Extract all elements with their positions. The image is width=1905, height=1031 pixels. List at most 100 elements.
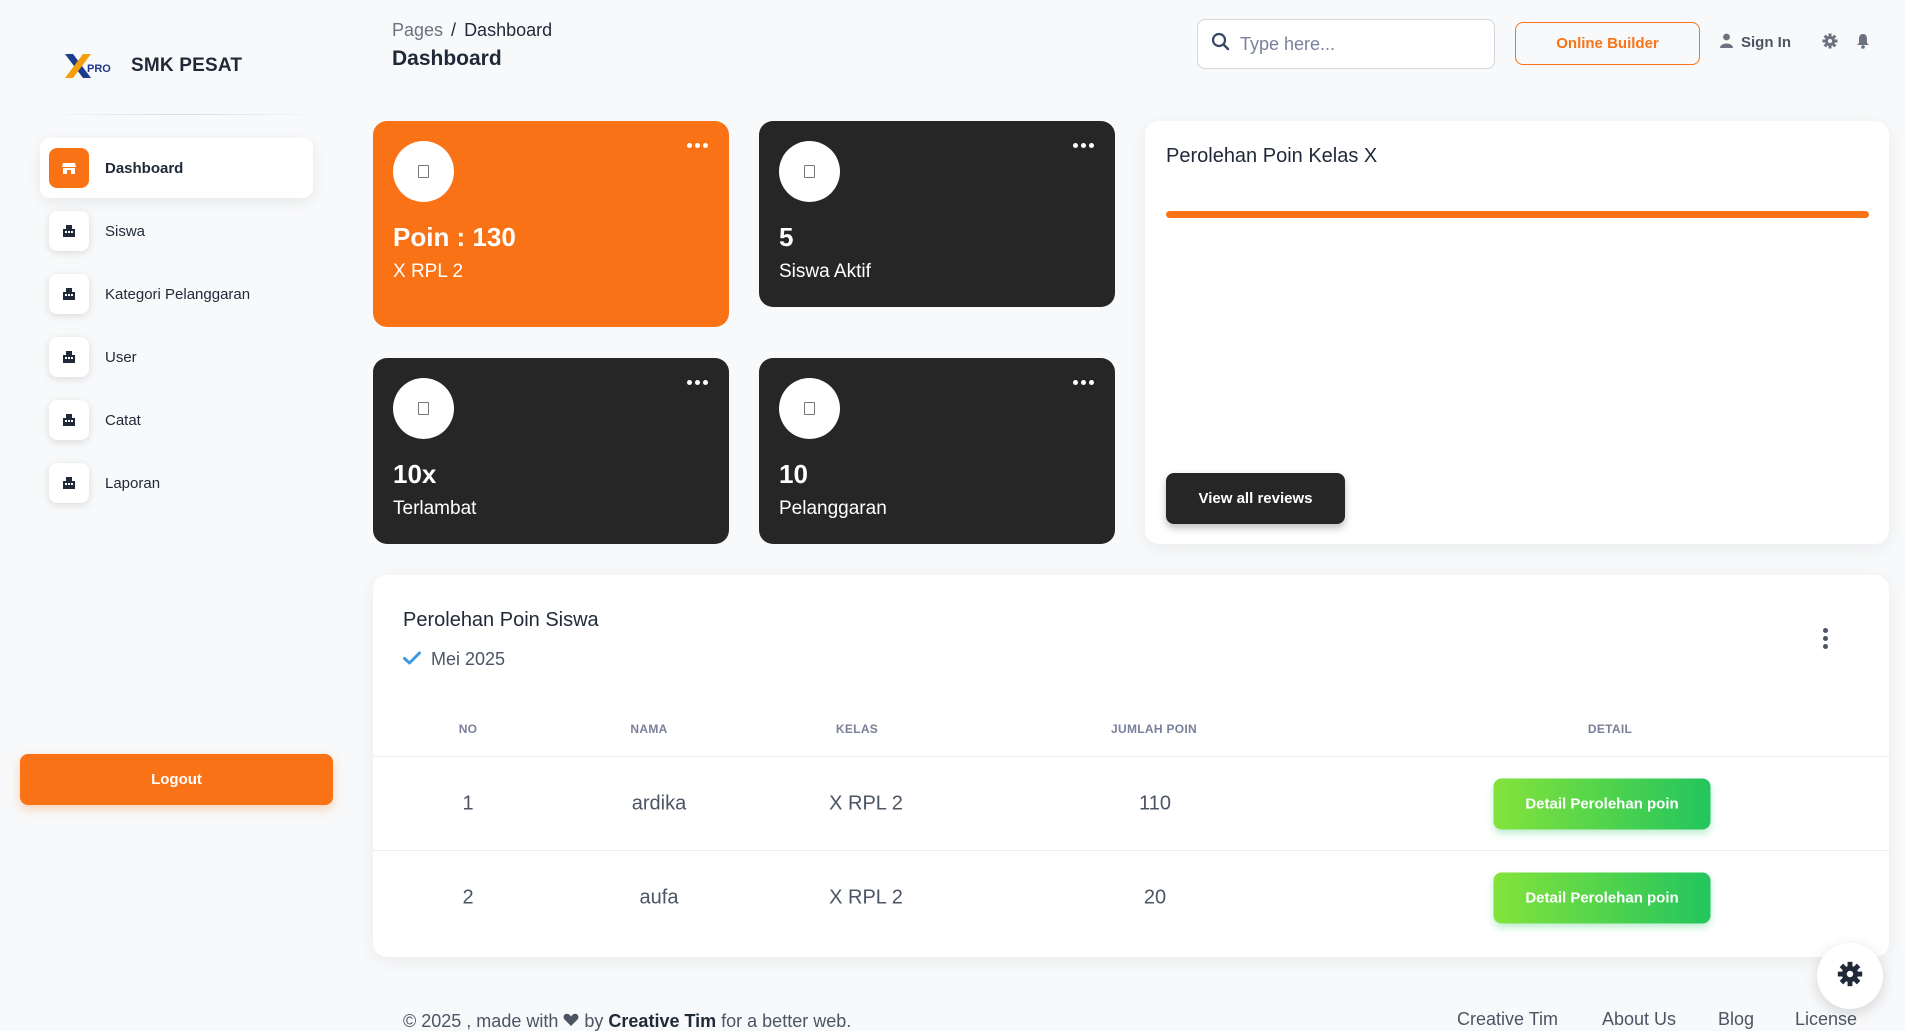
breadcrumb-root[interactable]: Pages	[392, 20, 443, 40]
sidebar-item-kategori-pelanggaran[interactable]: Kategori Pelanggaran	[40, 264, 313, 324]
office-icon	[49, 463, 89, 503]
brand-logo-text: PRO	[87, 63, 111, 75]
sidebar: PRO SMK PESAT Dashboard Siswa Kategori P…	[0, 0, 340, 1031]
cell-poin: 110	[1139, 792, 1171, 814]
footer-link-about-us[interactable]: About Us	[1602, 1009, 1676, 1030]
cell-nama: aufa	[639, 886, 679, 908]
stat-label: Siswa Aktif	[779, 261, 871, 282]
cell-poin: 20	[1143, 886, 1167, 908]
table-title: Perolehan Poin Siswa	[403, 609, 599, 631]
placeholder-icon	[418, 402, 429, 415]
sidebar-item-label: Siswa	[105, 222, 146, 240]
brand[interactable]: PRO SMK PESAT	[63, 50, 242, 82]
sidebar-item-label: Laporan	[105, 474, 161, 492]
sidebar-item-label: Kategori Pelanggaran	[105, 285, 251, 303]
chart-title: Perolehan Poin Kelas X	[1166, 145, 1378, 167]
breadcrumb: Pages / Dashboard	[392, 20, 552, 41]
footer-link-blog[interactable]: Blog	[1718, 1009, 1754, 1030]
sidebar-nav: Dashboard Siswa Kategori Pelanggaran Use…	[40, 138, 313, 516]
detail-perolehan-button[interactable]: Detail Perolehan poin	[1493, 872, 1711, 923]
gear-icon	[1837, 961, 1863, 992]
cell-no: 2	[462, 886, 474, 908]
office-icon	[49, 400, 89, 440]
footer-link-license[interactable]: License	[1795, 1009, 1857, 1030]
sidebar-divider	[40, 114, 322, 115]
table-card: Perolehan Poin Siswa Mei 2025 NO NAMA KE…	[373, 575, 1889, 957]
view-all-reviews-button[interactable]: View all reviews	[1166, 473, 1345, 524]
sign-in-link[interactable]: Sign In	[1720, 33, 1791, 52]
footer-link-creative-tim[interactable]: Creative Tim	[1457, 1009, 1558, 1030]
cell-nama: ardika	[631, 792, 687, 814]
detail-perolehan-button[interactable]: Detail Perolehan poin	[1493, 778, 1711, 829]
placeholder-icon	[804, 402, 815, 415]
stat-value: 10x	[393, 459, 437, 489]
heart-icon	[563, 1011, 579, 1031]
office-icon	[49, 274, 89, 314]
brand-logo: PRO	[63, 50, 119, 82]
breadcrumb-separator: /	[451, 20, 457, 40]
more-options-icon[interactable]	[1073, 143, 1095, 148]
search-box	[1197, 19, 1495, 69]
sidebar-item-label: User	[105, 348, 137, 366]
footer-suffix: for a better web.	[721, 1011, 852, 1031]
table-row: 2 aufa X RPL 2 20 Detail Perolehan poin	[373, 850, 1889, 944]
stat-icon-circle	[393, 141, 454, 202]
table-row: 1 ardika X RPL 2 110 Detail Perolehan po…	[373, 756, 1889, 850]
stat-icon-circle	[393, 378, 454, 439]
table-subtitle-text: Mei 2025	[431, 649, 506, 669]
column-header: NAMA	[630, 722, 668, 736]
stat-label: Terlambat	[393, 498, 477, 519]
logout-button[interactable]: Logout	[20, 754, 333, 805]
stat-value: Poin : 130	[393, 222, 516, 252]
cell-kelas: X RPL 2	[829, 886, 903, 908]
sign-in-label: Sign In	[1741, 34, 1791, 51]
stat-label: Pelanggaran	[779, 498, 887, 519]
column-header: DETAIL	[1587, 722, 1633, 736]
column-header: KELAS	[835, 722, 879, 736]
breadcrumb-current: Dashboard	[464, 20, 553, 40]
search-input[interactable]	[1240, 33, 1480, 55]
more-vertical-icon[interactable]	[1823, 628, 1828, 649]
table-header: NO NAMA KELAS JUMLAH POIN DETAIL	[373, 722, 1889, 754]
chart-card: Perolehan Poin Kelas X View all reviews	[1145, 121, 1889, 544]
footer-copyright-text: © 2025 , made with	[403, 1011, 559, 1031]
cell-no: 1	[462, 792, 474, 814]
placeholder-icon	[418, 165, 429, 178]
column-header: JUMLAH POIN	[1111, 722, 1197, 736]
check-icon	[403, 649, 421, 670]
office-icon	[49, 211, 89, 251]
sidebar-item-siswa[interactable]: Siswa	[40, 201, 313, 261]
settings-fab-button[interactable]	[1817, 943, 1883, 1009]
footer-author-link[interactable]: Creative Tim	[608, 1011, 716, 1031]
stat-value: 10	[779, 459, 808, 489]
gear-icon[interactable]	[1822, 33, 1838, 54]
table-subtitle: Mei 2025	[403, 649, 505, 670]
page-title: Dashboard	[392, 47, 502, 70]
stat-value: 5	[779, 222, 794, 252]
stat-label: X RPL 2	[393, 261, 464, 282]
sidebar-item-laporan[interactable]: Laporan	[40, 453, 313, 513]
shop-icon	[49, 148, 89, 188]
sidebar-item-dashboard[interactable]: Dashboard	[40, 138, 313, 198]
sidebar-item-label: Dashboard	[105, 159, 184, 177]
more-options-icon[interactable]	[1073, 380, 1095, 385]
stat-icon-circle	[779, 141, 840, 202]
stat-card-pelanggaran: 10 Pelanggaran	[759, 358, 1115, 544]
chart-progress-bar	[1166, 211, 1869, 218]
stat-card-siswa-aktif: 5 Siswa Aktif	[759, 121, 1115, 307]
stat-card-poin: Poin : 130 X RPL 2	[373, 121, 729, 327]
sidebar-item-user[interactable]: User	[40, 327, 313, 387]
more-options-icon[interactable]	[687, 380, 709, 385]
sidebar-item-catat[interactable]: Catat	[40, 390, 313, 450]
column-header: NO	[458, 722, 478, 736]
sidebar-item-label: Catat	[105, 411, 141, 429]
footer-by: by	[584, 1011, 604, 1031]
search-icon	[1211, 32, 1230, 56]
online-builder-button[interactable]: Online Builder	[1515, 22, 1700, 65]
cell-kelas: X RPL 2	[829, 792, 903, 814]
placeholder-icon	[804, 165, 815, 178]
office-icon	[49, 337, 89, 377]
bell-icon[interactable]	[1856, 33, 1870, 54]
more-options-icon[interactable]	[687, 143, 709, 148]
brand-name: SMK PESAT	[131, 55, 243, 76]
